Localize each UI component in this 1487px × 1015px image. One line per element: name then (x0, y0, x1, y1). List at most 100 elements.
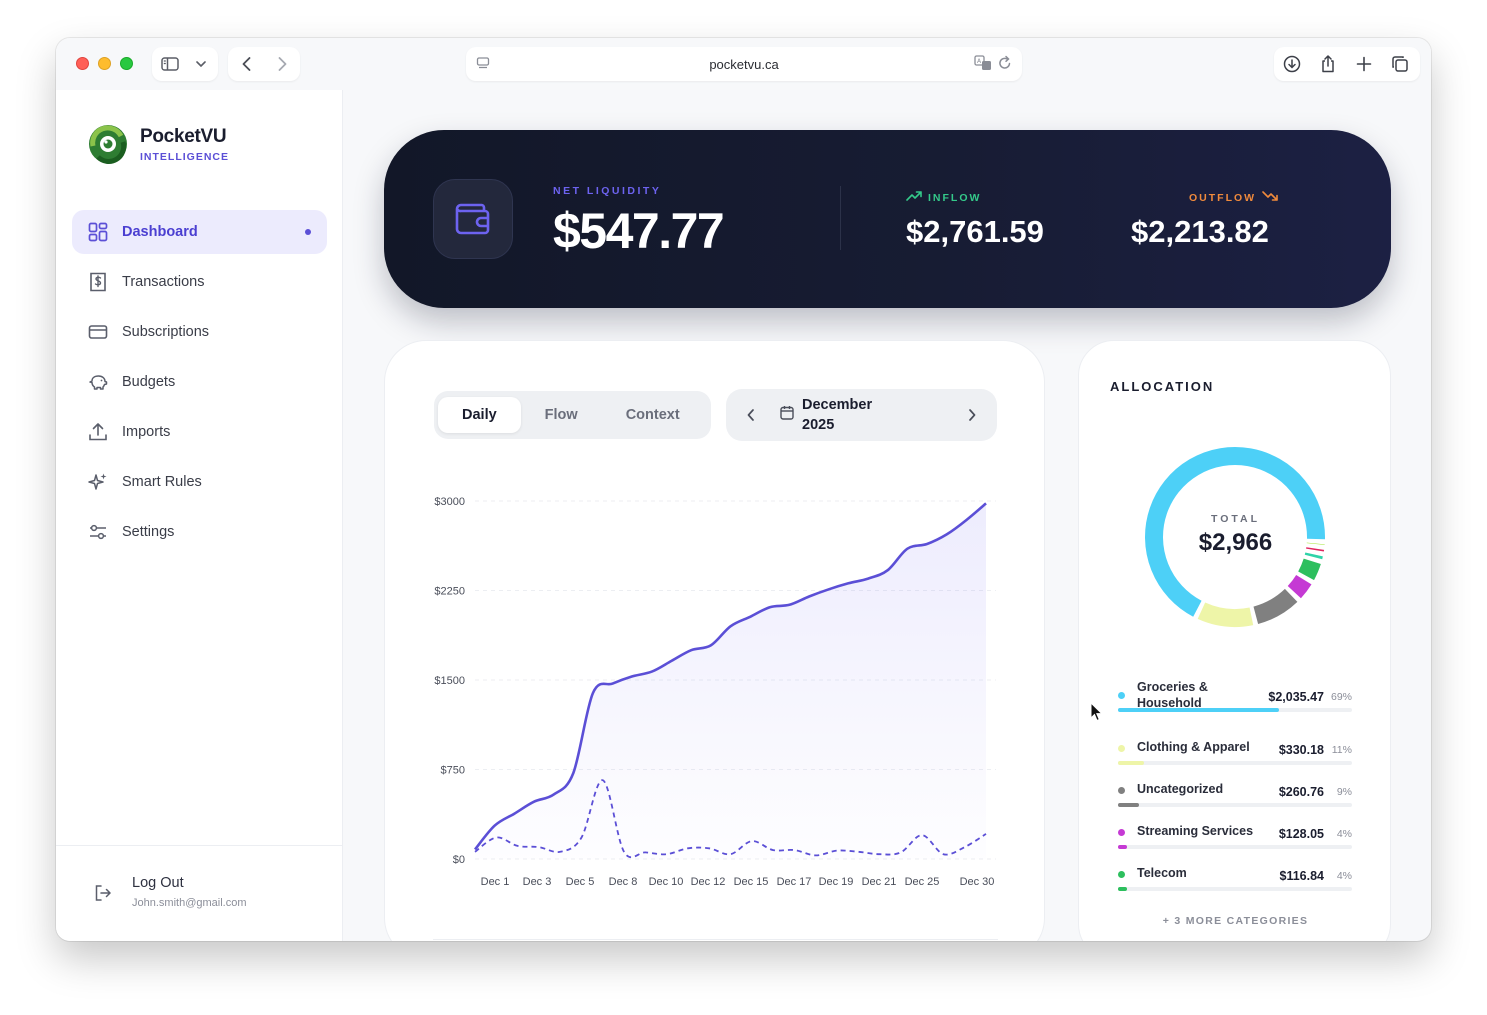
x-tick-label: Dec 1 (481, 876, 510, 888)
y-tick-label: $0 (453, 854, 465, 866)
address-bar[interactable]: pocketvu.ca A (466, 47, 1022, 81)
reload-icon[interactable] (998, 55, 1012, 74)
category-progress-fill (1118, 845, 1128, 849)
tab-context[interactable]: Context (602, 397, 704, 433)
month-year: 2025 (802, 417, 835, 433)
y-tick-label: $2250 (434, 586, 465, 598)
category-progress-fill (1118, 761, 1144, 765)
category-color-dot (1118, 745, 1125, 752)
sidebar-nav: Dashboard Transactions Subscriptions Bud… (72, 210, 327, 560)
logout-button[interactable]: Log Out John.smith@gmail.com (56, 845, 343, 941)
sidebar-item-imports[interactable]: Imports (72, 410, 327, 454)
app-logo[interactable]: PocketVU INTELLIGENCE (86, 122, 229, 166)
chart-divider (433, 939, 998, 940)
url-text: pocketvu.ca (709, 56, 779, 72)
x-tick-label: Dec 3 (523, 876, 552, 888)
download-icon[interactable] (1274, 47, 1310, 81)
tab-daily[interactable]: Daily (438, 397, 521, 433)
tab-overview-icon[interactable] (1382, 47, 1418, 81)
category-name: Groceries & Household (1137, 679, 1208, 711)
app-name: PocketVU (140, 125, 227, 147)
sidebar-toggle-group (152, 47, 218, 81)
calendar-icon (780, 405, 794, 425)
donut-total-label: TOTAL (1210, 513, 1261, 525)
outflow-label-group: OUTFLOW (1189, 191, 1278, 204)
current-month-label[interactable]: December 2025 (802, 395, 912, 435)
trending-up-icon (906, 191, 922, 204)
category-name-line: Clothing & Apparel (1137, 740, 1250, 754)
category-name-line: Telecom (1137, 866, 1187, 880)
category-amount: $128.05 (1278, 827, 1324, 841)
sidebar-item-smart-rules[interactable]: Smart Rules (72, 460, 327, 504)
category-name: Uncategorized (1137, 781, 1223, 797)
zoom-window-button[interactable] (120, 57, 133, 70)
close-window-button[interactable] (76, 57, 89, 70)
sidebar-item-settings[interactable]: Settings (72, 510, 327, 554)
category-percent: 9% (1336, 786, 1352, 798)
category-progress-fill (1118, 708, 1280, 712)
outflow-value: $2,213.82 (1131, 214, 1269, 249)
net-liquidity-label: NET LIQUIDITY (553, 185, 662, 197)
sidebar: PocketVU INTELLIGENCE Dashboard Transact… (56, 90, 343, 941)
x-tick-label: Dec 25 (905, 876, 940, 888)
x-tick-label: Dec 17 (777, 876, 812, 888)
sidebar-item-subscriptions[interactable]: Subscriptions (72, 310, 327, 354)
sidebar-item-transactions[interactable]: Transactions (72, 260, 327, 304)
donut-segment[interactable] (1287, 574, 1312, 599)
category-percent: 11% (1331, 744, 1352, 756)
category-color-dot (1118, 829, 1125, 836)
minimize-window-button[interactable] (98, 57, 111, 70)
allocation-title: ALLOCATION (1110, 379, 1215, 394)
inflow-value: $2,761.59 (906, 214, 1044, 249)
category-color-dot (1118, 787, 1125, 794)
daily-balance-chart[interactable]: $0$750$1500$2250$3000 Dec 1 Dec 3 Dec 5 Dec… (385, 471, 1046, 911)
category-name-line: Uncategorized (1137, 782, 1224, 796)
category-progress-track (1118, 845, 1352, 849)
sidebar-item-dashboard[interactable]: Dashboard (72, 210, 327, 254)
dashboard-grid-icon (88, 222, 108, 242)
wallet-icon (433, 179, 513, 259)
browser-toolbar: pocketvu.ca A (56, 38, 1431, 90)
piggy-bank-icon (88, 372, 108, 392)
translate-icon[interactable]: A (974, 55, 992, 74)
category-name-line: Streaming Services (1137, 824, 1254, 838)
tab-flow[interactable]: Flow (521, 397, 602, 433)
donut-segment[interactable] (1197, 602, 1254, 627)
inflow-label: INFLOW (928, 191, 982, 204)
active-indicator-dot (305, 229, 311, 235)
sidebar-toggle-icon[interactable] (152, 47, 188, 81)
next-month-chevron-icon[interactable] (947, 409, 997, 421)
category-progress-fill (1118, 887, 1128, 891)
forward-arrow-icon[interactable] (264, 47, 300, 81)
category-color-dot (1118, 871, 1125, 878)
svg-text:A: A (977, 58, 982, 65)
prev-month-chevron-icon[interactable] (726, 409, 776, 421)
x-tick-label: Dec 21 (862, 876, 897, 888)
back-arrow-icon[interactable] (228, 47, 264, 81)
category-progress-track (1118, 761, 1352, 765)
inflow-label-group: INFLOW (906, 191, 981, 204)
donut-total-value: $2,966 (1198, 529, 1273, 556)
sidebar-item-label: Transactions (122, 274, 205, 290)
sidebar-item-label: Smart Rules (122, 474, 202, 490)
x-tick-label: Dec 30 (960, 876, 995, 888)
x-tick-label: Dec 15 (734, 876, 769, 888)
chevron-down-icon[interactable] (188, 47, 214, 81)
more-categories-link[interactable]: + 3 MORE CATEGORIES (1079, 915, 1392, 927)
share-icon[interactable] (1310, 47, 1346, 81)
category-percent: 69% (1330, 691, 1352, 703)
pocketvu-logo-icon (89, 125, 127, 164)
donut-segment[interactable] (1253, 588, 1298, 624)
donut-segment[interactable] (1298, 558, 1321, 581)
y-axis-labels: $0 $750 $1500 $2250 $3000 (434, 496, 465, 866)
sparkles-icon (88, 472, 108, 492)
category-progress-track (1118, 803, 1352, 807)
x-tick-label: Dec 8 (609, 876, 638, 888)
sidebar-item-label: Imports (122, 424, 171, 440)
page-menu-icon[interactable] (476, 56, 490, 73)
category-name: Streaming Services (1137, 823, 1253, 839)
sidebar-item-budgets[interactable]: Budgets (72, 360, 327, 404)
hero-divider (840, 186, 841, 250)
x-tick-label: Dec 5 (566, 876, 595, 888)
new-tab-plus-icon[interactable] (1346, 47, 1382, 81)
